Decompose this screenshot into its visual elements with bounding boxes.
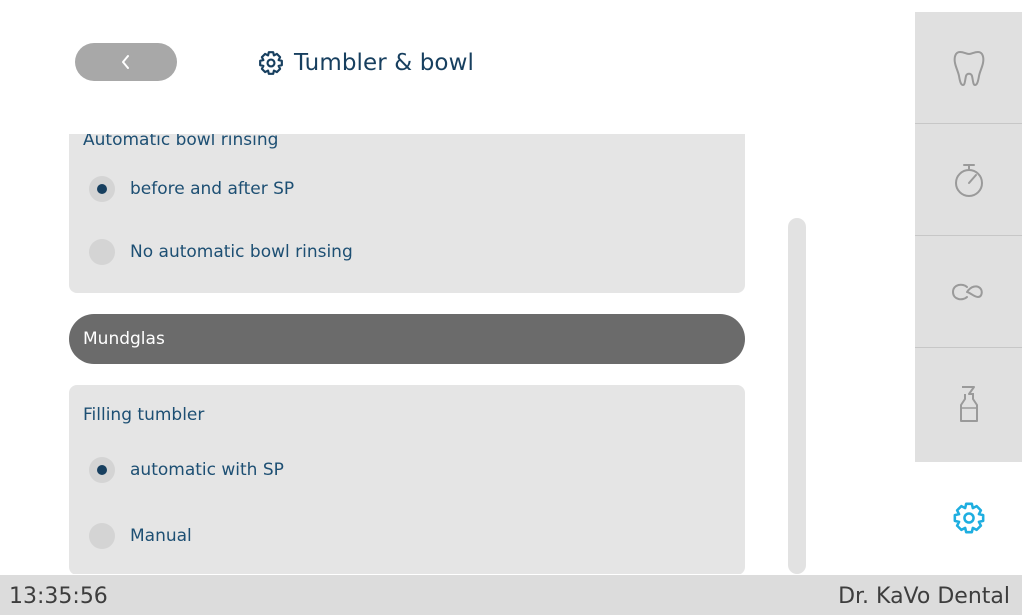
scrollbar[interactable] — [788, 218, 806, 574]
infinity-icon — [951, 283, 983, 300]
sidebar-item-treatment[interactable] — [915, 12, 1022, 124]
bowl-rinsing-title: Automatic bowl rinsing — [83, 134, 279, 150]
section-header-mundglas: Mundglas — [69, 314, 745, 364]
sidebar-item-settings[interactable] — [915, 462, 1022, 574]
option-label: before and after SP — [130, 179, 295, 199]
radio-checked[interactable] — [89, 457, 115, 483]
option-automatic-with-sp[interactable]: automatic with SP — [89, 457, 284, 483]
option-no-bowl-rinsing[interactable]: No automatic bowl rinsing — [89, 239, 353, 265]
radio-unchecked[interactable] — [89, 239, 115, 265]
filling-tumbler-title: Filling tumbler — [83, 405, 205, 425]
settings-list[interactable]: Automatic bowl rinsing before and after … — [69, 134, 745, 574]
bowl-rinsing-card: Automatic bowl rinsing before and after … — [69, 134, 745, 293]
tooth-icon — [953, 50, 984, 86]
sidebar-item-hygiene[interactable] — [915, 348, 1022, 460]
option-manual[interactable]: Manual — [89, 523, 192, 549]
sidebar — [915, 12, 1022, 462]
status-bar: 13:35:56 Dr. KaVo Dental — [0, 575, 1022, 615]
radio-unchecked[interactable] — [89, 523, 115, 549]
page-header: Tumbler & bowl — [258, 46, 474, 80]
option-label: Manual — [130, 526, 192, 546]
gear-icon — [953, 502, 984, 534]
page-title: Tumbler & bowl — [294, 50, 474, 76]
timer-icon — [954, 163, 983, 197]
option-label: No automatic bowl rinsing — [130, 242, 353, 262]
spray-bottle-icon — [959, 386, 978, 422]
back-button[interactable] — [75, 43, 177, 81]
option-before-after-sp[interactable]: before and after SP — [89, 176, 294, 202]
filling-tumbler-card: Filling tumbler automatic with SP Manual — [69, 385, 745, 574]
clock: 13:35:56 — [9, 584, 108, 609]
option-label: automatic with SP — [130, 460, 284, 480]
sidebar-item-timer[interactable] — [915, 124, 1022, 236]
chevron-left-icon — [122, 55, 129, 69]
radio-checked[interactable] — [89, 176, 115, 202]
user-name: Dr. KaVo Dental — [838, 584, 1010, 609]
gear-icon — [259, 51, 283, 75]
sidebar-item-instruments[interactable] — [915, 236, 1022, 348]
